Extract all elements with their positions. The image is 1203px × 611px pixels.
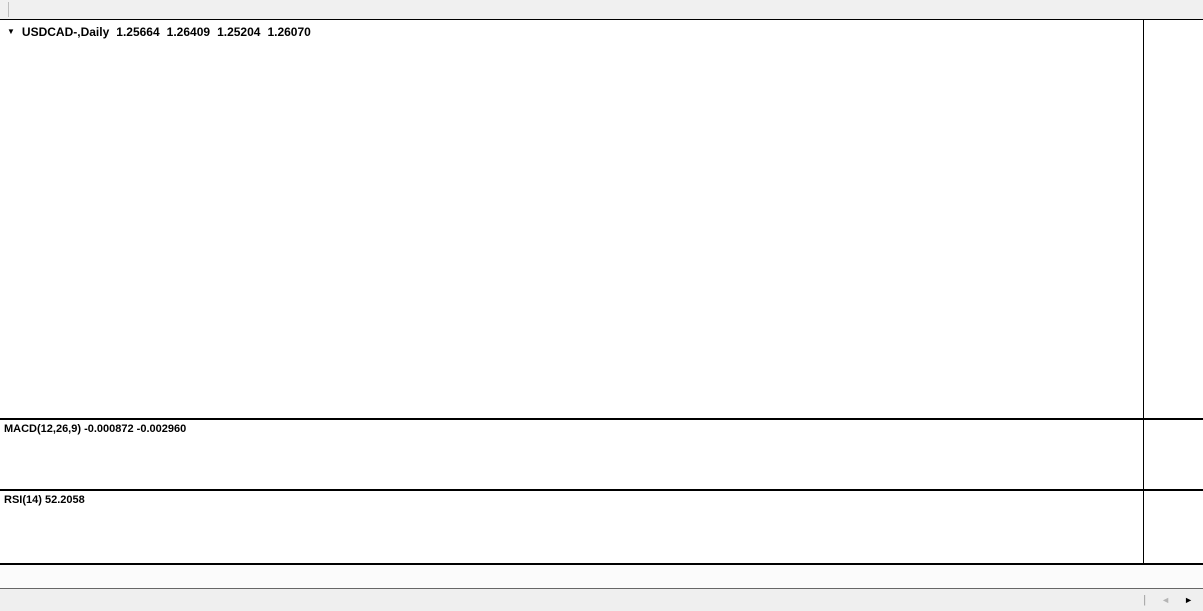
main-chart[interactable]: [0, 20, 1143, 418]
mt4-chart-window: ▼ USDCAD-,Daily 1.25664 1.26409 1.25204 …: [0, 0, 1203, 611]
rsi-panel[interactable]: [0, 492, 1143, 563]
chart-symbol-label: USDCAD-,Daily: [22, 25, 109, 39]
rsi-label: RSI(14) 52.2058: [4, 494, 85, 506]
ohlc-high: 1.26409: [167, 25, 210, 39]
ohlc-close: 1.26070: [267, 25, 310, 39]
date-axis[interactable]: [0, 565, 1203, 588]
toolbar-separator: [8, 2, 9, 17]
panel-separator[interactable]: [0, 418, 1203, 420]
tab-scroll-right-icon[interactable]: ►: [1184, 595, 1193, 605]
tab-scroll-left-icon[interactable]: ◄: [1161, 595, 1170, 605]
tab-separator: |: [1142, 594, 1147, 606]
symbol-tab-bar: | ◄ ►: [0, 588, 1203, 611]
ohlc-open: 1.25664: [116, 25, 159, 39]
axis-border: [1143, 19, 1144, 563]
timeframe-toolbar: [0, 0, 1203, 19]
symbol-dropdown-icon[interactable]: ▼: [7, 27, 15, 36]
panel-separator[interactable]: [0, 489, 1203, 491]
tab-scroll-arrows: | ◄ ►: [1142, 594, 1203, 606]
ohlc-low: 1.25204: [217, 25, 260, 39]
chart-title: ▼ USDCAD-,Daily 1.25664 1.26409 1.25204 …: [7, 25, 311, 39]
macd-label: MACD(12,26,9) -0.000872 -0.002960: [4, 423, 186, 435]
